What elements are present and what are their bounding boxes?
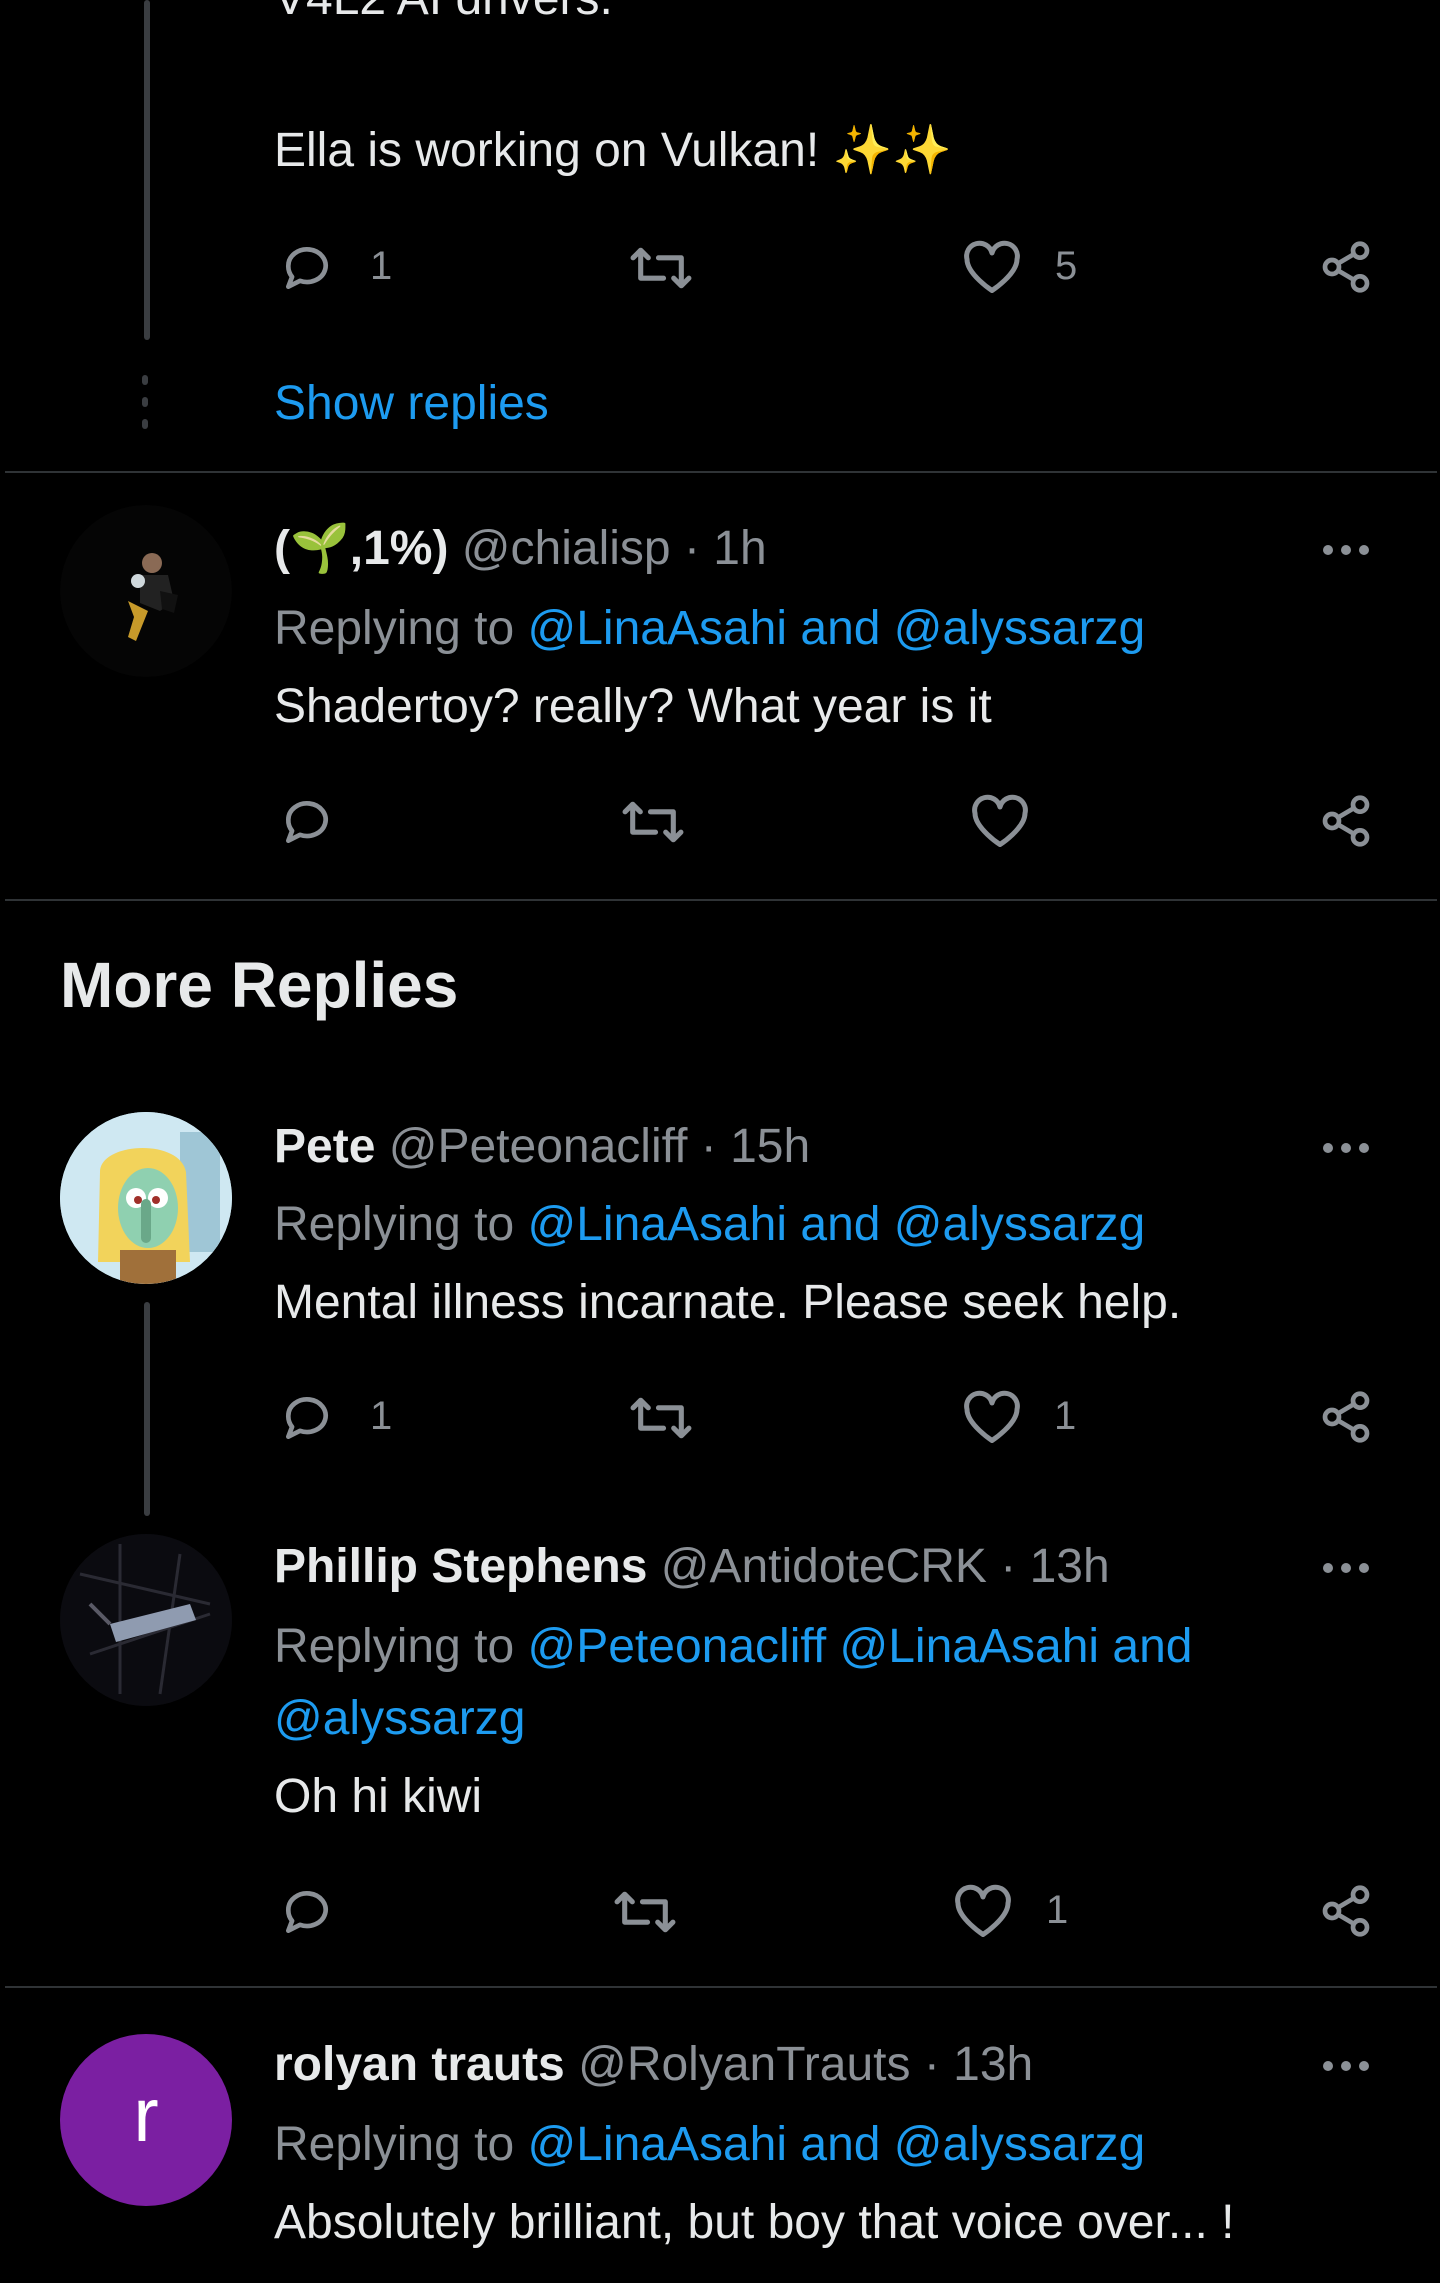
reply-button[interactable] [277, 1884, 337, 1940]
display-name[interactable]: Pete [274, 1120, 375, 1173]
replying-to-users[interactable]: @LinaAsahi and @alyssarzg [527, 1198, 1145, 1251]
display-name[interactable]: rolyan trauts [274, 2038, 565, 2091]
like-count: 1 [1054, 1394, 1077, 1438]
tweet-text: Absolutely brilliant, but boy that voice… [274, 2196, 1235, 2249]
retweet-icon [622, 801, 684, 843]
display-name[interactable]: Phillip Stephens [274, 1540, 647, 1593]
handle[interactable]: @Peteonacliff [389, 1120, 688, 1173]
timestamp: · 1h [683, 522, 767, 575]
tweet-text-content: Ella is working on Vulkan! [274, 124, 820, 177]
like-button[interactable] [970, 794, 1030, 850]
avatar[interactable] [60, 1112, 232, 1284]
share-icon [1322, 1885, 1370, 1937]
divider [5, 899, 1437, 901]
timestamp: · 13h [1000, 1540, 1110, 1593]
reply-icon [286, 1397, 328, 1439]
retweet-icon [614, 1891, 676, 1933]
avatar[interactable]: r [60, 2034, 232, 2206]
replying-to: Replying to @LinaAsahi and @alyssarzg [274, 600, 1145, 658]
handle[interactable]: @RolyanTrauts [578, 2038, 910, 2091]
avatar-image [60, 1534, 232, 1706]
tweet-text: Shadertoy? really? What year is it [274, 680, 992, 733]
thread-line [144, 0, 150, 340]
like-button[interactable] [962, 240, 1022, 296]
replying-to-users-cont[interactable]: @alyssarzg [274, 1690, 525, 1748]
reply-count: 1 [370, 244, 393, 288]
replying-to: Replying to @Peteonacliff @LinaAsahi and [274, 1618, 1192, 1676]
replying-prefix: Replying to [274, 602, 515, 655]
more-icon [1323, 1143, 1369, 1153]
reply-count: 1 [370, 1394, 393, 1438]
more-options-button[interactable] [1318, 1558, 1374, 1578]
retweet-button[interactable] [628, 1390, 694, 1446]
avatar-image [60, 505, 232, 677]
reply-button[interactable] [277, 240, 337, 296]
divider [5, 471, 1437, 473]
more-options-button[interactable] [1318, 1138, 1374, 1158]
replying-to-users[interactable]: @LinaAsahi and @alyssarzg [527, 2118, 1145, 2171]
avatar-letter: r [133, 2073, 159, 2158]
share-icon [1322, 1391, 1370, 1443]
share-button[interactable] [1318, 1882, 1374, 1940]
sparkles-emoji: ✨✨ [832, 124, 953, 177]
like-button[interactable] [953, 1884, 1013, 1940]
tweet-header: Pete @Peteonacliff · 15h [274, 1118, 810, 1176]
replying-to-users[interactable]: @Peteonacliff @LinaAsahi and [527, 1620, 1192, 1673]
timestamp: · 13h [923, 2038, 1034, 2091]
like-icon [964, 1390, 1020, 1443]
thread-dots [142, 375, 150, 429]
retweet-button[interactable] [620, 794, 686, 850]
timestamp: · 15h [700, 1120, 811, 1173]
more-options-button[interactable] [1318, 2056, 1374, 2076]
section-title: More Replies [60, 949, 459, 1021]
handle[interactable]: @AntidoteCRK [661, 1540, 987, 1593]
tweet-header: (🌱,1%) @chialisp · 1h [274, 520, 767, 578]
more-icon [1323, 545, 1369, 555]
replying-to-users[interactable]: @LinaAsahi and @alyssarzg [527, 602, 1145, 655]
handle[interactable]: @chialisp [462, 522, 671, 575]
show-replies-link[interactable]: Show replies [274, 375, 549, 433]
like-button[interactable] [962, 1390, 1022, 1446]
display-name[interactable]: (🌱,1%) [274, 522, 448, 575]
share-button[interactable] [1318, 1388, 1374, 1446]
like-icon [972, 794, 1028, 847]
tweet-text-cut: V4L2 AI drivers. [274, 0, 613, 28]
retweet-button[interactable] [612, 1884, 678, 1940]
reply-button[interactable] [277, 794, 337, 850]
like-count: 1 [1046, 1888, 1069, 1932]
reply-icon [286, 1891, 328, 1933]
avatar[interactable] [60, 1534, 232, 1706]
like-count: 5 [1055, 244, 1078, 288]
more-icon [1323, 2061, 1369, 2071]
more-options-button[interactable] [1318, 540, 1374, 560]
reply-button[interactable] [277, 1390, 337, 1446]
retweet-icon [630, 1397, 692, 1439]
share-button[interactable] [1318, 238, 1374, 296]
thread-line [144, 1302, 150, 1516]
replying-to: Replying to @LinaAsahi and @alyssarzg [274, 2116, 1145, 2174]
replying-prefix: Replying to [274, 2118, 515, 2171]
retweet-icon [630, 247, 692, 289]
tweet-text: Ella is working on Vulkan! ✨✨ [274, 122, 952, 180]
replying-prefix: Replying to [274, 1620, 515, 1673]
tweet-header: Phillip Stephens @AntidoteCRK · 13h [274, 1538, 1110, 1596]
replying-prefix: Replying to [274, 1198, 515, 1251]
tweet-text: Mental illness incarnate. Please seek he… [274, 1276, 1182, 1329]
reply-icon [286, 247, 328, 289]
avatar-image [60, 1112, 232, 1284]
tweet-header: rolyan trauts @RolyanTrauts · 13h [274, 2036, 1033, 2094]
tweet-text: Oh hi kiwi [274, 1770, 483, 1823]
share-icon [1322, 795, 1370, 847]
retweet-button[interactable] [628, 240, 694, 296]
like-icon [955, 1884, 1011, 1937]
like-icon [964, 240, 1020, 293]
share-icon [1322, 241, 1370, 293]
share-button[interactable] [1318, 792, 1374, 850]
avatar[interactable] [60, 505, 232, 677]
more-icon [1323, 1563, 1369, 1573]
replying-to: Replying to @LinaAsahi and @alyssarzg [274, 1196, 1145, 1254]
divider [5, 1986, 1437, 1988]
reply-icon [286, 801, 328, 843]
